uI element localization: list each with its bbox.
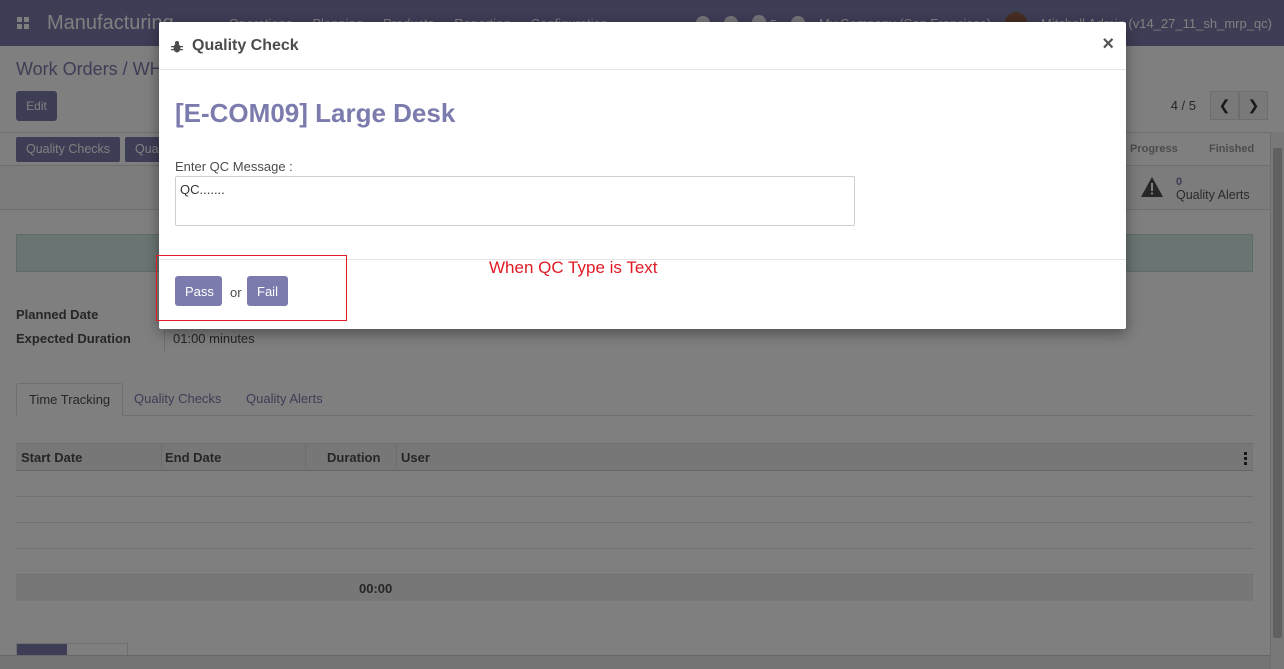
product-title: [E-COM09] Large Desk — [175, 98, 456, 128]
annotation-highlight-box — [156, 255, 347, 321]
bug-icon — [171, 40, 183, 52]
modal-title: Quality Check — [192, 37, 299, 54]
modal-header: Quality Check × — [159, 22, 1126, 70]
close-icon[interactable]: × — [1102, 33, 1114, 56]
modal-body: [E-COM09] Large Desk Enter QC Message : — [159, 70, 1126, 260]
annotation-text: When QC Type is Text — [489, 258, 658, 277]
qc-message-label: Enter QC Message : — [175, 159, 293, 174]
qc-message-input[interactable] — [175, 176, 855, 226]
